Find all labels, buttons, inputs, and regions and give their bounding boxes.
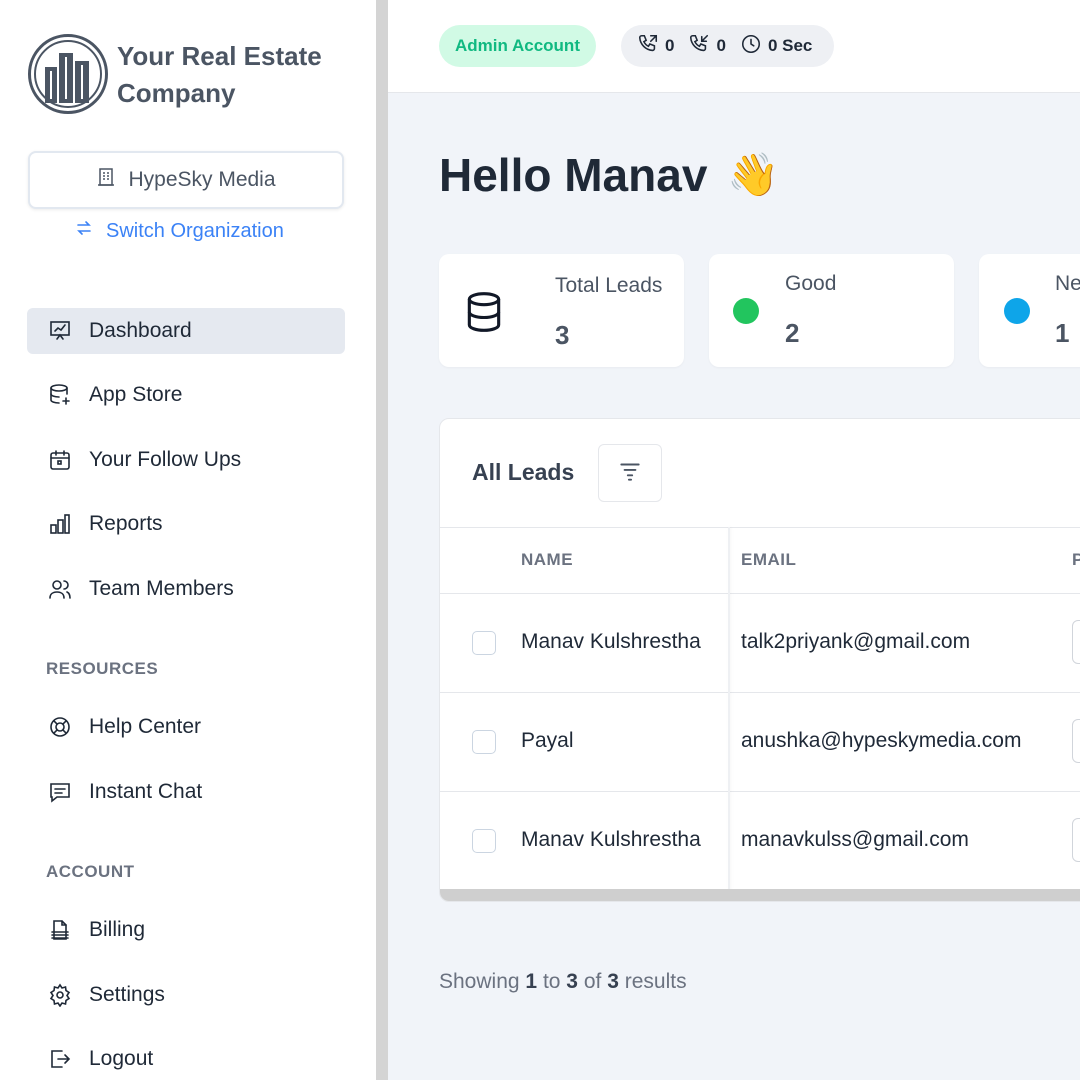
call-stats: 0 0 0 Sec [621, 25, 835, 67]
lifebuoy-icon [47, 714, 73, 740]
account-section-title: ACCOUNT [46, 862, 135, 881]
table-row[interactable]: Payal anushka@hypeskymedia.com [440, 693, 1080, 792]
company-name: Your Real Estate Company [117, 41, 322, 108]
leads-table: All Leads NAME EMAIL P Manav Kulshrestha… [439, 418, 1080, 902]
row-action-button[interactable] [1072, 719, 1080, 763]
stat-label: Ne [1055, 272, 1080, 295]
table-title: All Leads [472, 459, 575, 485]
column-header-partial[interactable]: P [1072, 550, 1080, 570]
row-checkbox[interactable] [472, 730, 496, 754]
nav-item-label: Billing [89, 918, 146, 941]
stat-value: 1 [1055, 318, 1070, 348]
column-header-name[interactable]: NAME [521, 550, 573, 570]
pagination-from: 1 [525, 970, 538, 993]
column-header-email[interactable]: EMAIL [741, 550, 796, 570]
nav-item-reports[interactable]: Reports [27, 501, 345, 547]
nav-item-label: Help Center [89, 715, 202, 738]
lead-name: Manav Kulshrestha [521, 630, 701, 653]
logout-icon [47, 1046, 73, 1072]
call-time-stat: 0 Sec [740, 33, 812, 60]
nav-item-label: Your Follow Ups [89, 448, 242, 471]
switch-arrows-icon [74, 218, 94, 244]
greeting-text: Hello Manav [439, 149, 708, 201]
nav-item-dashboard[interactable]: Dashboard [27, 308, 345, 354]
call-time-value: 0 Sec [767, 36, 813, 55]
presentation-chart-icon [47, 318, 73, 344]
status-dot-good [733, 298, 759, 324]
nav-item-follow-ups[interactable]: Your Follow Ups [27, 437, 345, 483]
row-checkbox[interactable] [472, 631, 496, 655]
table-row[interactable]: Manav Kulshrestha manavkulss@gmail.com [440, 792, 1080, 891]
nav-item-logout[interactable]: Logout [27, 1036, 345, 1080]
document-icon [47, 917, 73, 943]
building-icon [96, 167, 116, 193]
nav-item-instant-chat[interactable]: Instant Chat [27, 769, 345, 815]
nav-item-label: Instant Chat [89, 780, 203, 803]
stat-value: 3 [555, 320, 570, 350]
filter-icon [617, 458, 643, 489]
nav-item-settings[interactable]: Settings [27, 972, 345, 1018]
stat-label: Total Leads [555, 274, 663, 297]
resources-section-title: RESOURCES [46, 659, 159, 678]
nav-item-label: App Store [89, 383, 183, 406]
nav-item-label: Team Members [89, 577, 234, 600]
incoming-calls-stat: 0 [688, 33, 726, 60]
nav-item-help-center[interactable]: Help Center [27, 704, 345, 750]
nav-item-billing[interactable]: Billing [27, 907, 345, 953]
sidebar: Your Real Estate Company HypeSky Media S… [0, 0, 376, 1080]
incoming-calls-count: 0 [716, 36, 726, 55]
nav-item-app-store[interactable]: App Store [27, 372, 345, 418]
calendar-icon [47, 447, 73, 473]
stat-card-good[interactable]: Good 2 [709, 254, 954, 367]
stat-card-total-leads[interactable]: Total Leads 3 [439, 254, 684, 367]
chat-icon [47, 779, 73, 805]
nav-item-label: Reports [89, 512, 163, 535]
row-action-button[interactable] [1072, 818, 1080, 862]
pagination-summary: Showing 1 to 3 of 3 results [439, 970, 687, 993]
row-checkbox[interactable] [472, 829, 496, 853]
stat-label: Good [785, 272, 837, 295]
waving-hand-icon: 👋 [727, 150, 780, 198]
company-logo[interactable] [28, 34, 108, 114]
admin-account-badge: Admin Account [439, 25, 596, 67]
pagination-total: 3 [607, 970, 619, 993]
clock-icon [740, 33, 762, 60]
filter-button[interactable] [598, 444, 662, 502]
users-icon [47, 576, 73, 602]
phone-outgoing-icon [637, 33, 659, 60]
organization-selector[interactable]: HypeSky Media [28, 151, 344, 209]
stat-value: 2 [785, 318, 800, 348]
table-horizontal-scrollbar[interactable] [440, 889, 1080, 901]
bar-chart-icon [47, 511, 73, 537]
sidebar-scrollbar[interactable] [376, 0, 388, 1080]
gear-icon [47, 982, 73, 1008]
lead-email: manavkulss@gmail.com [741, 828, 969, 851]
nav-item-label: Settings [89, 983, 165, 1006]
lead-email: anushka@hypeskymedia.com [741, 729, 1022, 752]
stat-card-new[interactable]: Ne 1 [979, 254, 1080, 367]
lead-name: Manav Kulshrestha [521, 828, 701, 851]
database-plus-icon [47, 382, 73, 408]
organization-name: HypeSky Media [128, 168, 276, 191]
nav-item-team-members[interactable]: Team Members [27, 566, 345, 612]
table-row[interactable]: Manav Kulshrestha talk2priyank@gmail.com [440, 594, 1080, 693]
nav-item-label: Dashboard [89, 319, 192, 342]
table-header: NAME EMAIL P [440, 527, 1080, 594]
pagination-to: 3 [566, 970, 578, 993]
database-icon [462, 290, 506, 339]
lead-name: Payal [521, 729, 574, 752]
outgoing-calls-stat: 0 [637, 33, 674, 60]
topbar: Admin Account 0 0 0 Sec [388, 0, 1080, 93]
page-title: Hello Manav 👋 [439, 148, 780, 202]
status-dot-new [1004, 298, 1030, 324]
nav-item-label: Logout [89, 1047, 154, 1070]
column-divider [728, 527, 730, 891]
switch-organization-label: Switch Organization [106, 219, 284, 242]
switch-organization-link[interactable]: Switch Organization [74, 218, 284, 244]
row-action-button[interactable] [1072, 620, 1080, 664]
lead-email: talk2priyank@gmail.com [741, 630, 971, 653]
phone-incoming-icon [688, 33, 710, 60]
outgoing-calls-count: 0 [665, 36, 675, 55]
